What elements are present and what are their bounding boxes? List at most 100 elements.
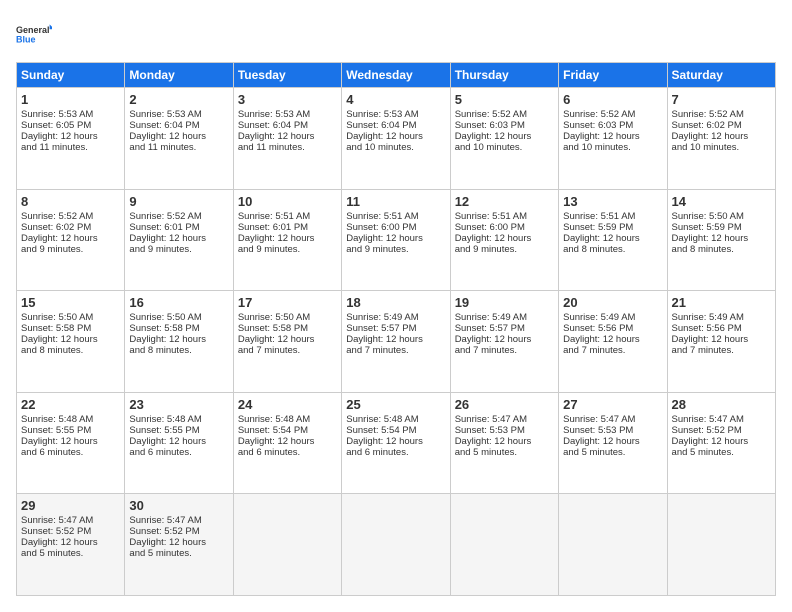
sunrise: Sunrise: 5:52 AM <box>563 109 635 120</box>
sunrise: Sunrise: 5:47 AM <box>672 414 744 425</box>
calendar-week-5: 29 Sunrise: 5:47 AM Sunset: 5:52 PM Dayl… <box>17 494 776 596</box>
calendar-cell: 30 Sunrise: 5:47 AM Sunset: 5:52 PM Dayl… <box>125 494 233 596</box>
calendar-header-saturday: Saturday <box>667 63 775 88</box>
day-number: 30 <box>129 498 228 513</box>
daylight-minutes: and 11 minutes. <box>129 142 196 153</box>
day-number: 3 <box>238 92 337 107</box>
sunset: Sunset: 6:02 PM <box>21 222 91 233</box>
sunrise: Sunrise: 5:50 AM <box>238 312 310 323</box>
calendar-cell: 8 Sunrise: 5:52 AM Sunset: 6:02 PM Dayli… <box>17 189 125 291</box>
calendar-cell: 6 Sunrise: 5:52 AM Sunset: 6:03 PM Dayli… <box>559 88 667 190</box>
daylight-label: Daylight: 12 hours <box>129 537 206 548</box>
daylight-minutes: and 5 minutes. <box>21 548 83 559</box>
calendar-header-tuesday: Tuesday <box>233 63 341 88</box>
daylight-label: Daylight: 12 hours <box>129 436 206 447</box>
sunrise: Sunrise: 5:48 AM <box>238 414 310 425</box>
sunrise: Sunrise: 5:49 AM <box>563 312 635 323</box>
sunrise: Sunrise: 5:49 AM <box>672 312 744 323</box>
day-number: 18 <box>346 295 445 310</box>
daylight-minutes: and 9 minutes. <box>129 244 191 255</box>
day-number: 12 <box>455 194 554 209</box>
sunrise: Sunrise: 5:49 AM <box>455 312 527 323</box>
daylight-minutes: and 8 minutes. <box>21 345 83 356</box>
calendar-cell <box>342 494 450 596</box>
sunset: Sunset: 5:55 PM <box>21 425 91 436</box>
daylight-minutes: and 5 minutes. <box>129 548 191 559</box>
sunrise: Sunrise: 5:48 AM <box>21 414 93 425</box>
sunset: Sunset: 6:04 PM <box>129 120 199 131</box>
sunset: Sunset: 5:52 PM <box>672 425 742 436</box>
sunrise: Sunrise: 5:50 AM <box>672 211 744 222</box>
day-number: 25 <box>346 397 445 412</box>
sunrise: Sunrise: 5:52 AM <box>455 109 527 120</box>
day-number: 13 <box>563 194 662 209</box>
day-number: 23 <box>129 397 228 412</box>
day-number: 11 <box>346 194 445 209</box>
calendar-cell: 15 Sunrise: 5:50 AM Sunset: 5:58 PM Dayl… <box>17 291 125 393</box>
calendar-cell: 11 Sunrise: 5:51 AM Sunset: 6:00 PM Dayl… <box>342 189 450 291</box>
sunset: Sunset: 6:01 PM <box>129 222 199 233</box>
daylight-minutes: and 8 minutes. <box>129 345 191 356</box>
sunrise: Sunrise: 5:50 AM <box>129 312 201 323</box>
calendar-cell <box>667 494 775 596</box>
calendar-cell: 29 Sunrise: 5:47 AM Sunset: 5:52 PM Dayl… <box>17 494 125 596</box>
daylight-label: Daylight: 12 hours <box>455 233 532 244</box>
daylight-label: Daylight: 12 hours <box>129 334 206 345</box>
calendar-cell: 26 Sunrise: 5:47 AM Sunset: 5:53 PM Dayl… <box>450 392 558 494</box>
sunset: Sunset: 6:03 PM <box>455 120 525 131</box>
page: General Blue SundayMondayTuesdayWednesda… <box>0 0 792 612</box>
sunset: Sunset: 5:58 PM <box>238 323 308 334</box>
calendar-cell: 9 Sunrise: 5:52 AM Sunset: 6:01 PM Dayli… <box>125 189 233 291</box>
daylight-minutes: and 7 minutes. <box>346 345 408 356</box>
day-number: 26 <box>455 397 554 412</box>
sunset: Sunset: 5:59 PM <box>563 222 633 233</box>
daylight-minutes: and 8 minutes. <box>563 244 625 255</box>
calendar-cell <box>450 494 558 596</box>
day-number: 4 <box>346 92 445 107</box>
daylight-minutes: and 5 minutes. <box>455 447 517 458</box>
calendar-cell: 22 Sunrise: 5:48 AM Sunset: 5:55 PM Dayl… <box>17 392 125 494</box>
calendar-cell: 1 Sunrise: 5:53 AM Sunset: 6:05 PM Dayli… <box>17 88 125 190</box>
day-number: 9 <box>129 194 228 209</box>
sunrise: Sunrise: 5:52 AM <box>129 211 201 222</box>
daylight-label: Daylight: 12 hours <box>563 436 640 447</box>
calendar-cell: 25 Sunrise: 5:48 AM Sunset: 5:54 PM Dayl… <box>342 392 450 494</box>
day-number: 20 <box>563 295 662 310</box>
calendar-header-monday: Monday <box>125 63 233 88</box>
daylight-label: Daylight: 12 hours <box>129 131 206 142</box>
day-number: 19 <box>455 295 554 310</box>
sunset: Sunset: 6:00 PM <box>346 222 416 233</box>
day-number: 24 <box>238 397 337 412</box>
calendar-cell: 16 Sunrise: 5:50 AM Sunset: 5:58 PM Dayl… <box>125 291 233 393</box>
calendar-header-friday: Friday <box>559 63 667 88</box>
sunset: Sunset: 5:59 PM <box>672 222 742 233</box>
daylight-minutes: and 7 minutes. <box>455 345 517 356</box>
calendar-cell: 5 Sunrise: 5:52 AM Sunset: 6:03 PM Dayli… <box>450 88 558 190</box>
sunrise: Sunrise: 5:48 AM <box>346 414 418 425</box>
daylight-label: Daylight: 12 hours <box>672 436 749 447</box>
daylight-label: Daylight: 12 hours <box>238 131 315 142</box>
calendar-cell: 21 Sunrise: 5:49 AM Sunset: 5:56 PM Dayl… <box>667 291 775 393</box>
sunset: Sunset: 5:54 PM <box>346 425 416 436</box>
daylight-label: Daylight: 12 hours <box>455 436 532 447</box>
calendar-cell: 2 Sunrise: 5:53 AM Sunset: 6:04 PM Dayli… <box>125 88 233 190</box>
calendar-week-1: 1 Sunrise: 5:53 AM Sunset: 6:05 PM Dayli… <box>17 88 776 190</box>
svg-text:Blue: Blue <box>16 34 36 44</box>
svg-text:General: General <box>16 25 50 35</box>
daylight-label: Daylight: 12 hours <box>563 334 640 345</box>
sunrise: Sunrise: 5:49 AM <box>346 312 418 323</box>
sunrise: Sunrise: 5:51 AM <box>238 211 310 222</box>
daylight-label: Daylight: 12 hours <box>455 131 532 142</box>
sunset: Sunset: 5:58 PM <box>21 323 91 334</box>
sunset: Sunset: 5:56 PM <box>672 323 742 334</box>
calendar-header-sunday: Sunday <box>17 63 125 88</box>
daylight-minutes: and 9 minutes. <box>346 244 408 255</box>
daylight-minutes: and 6 minutes. <box>21 447 83 458</box>
daylight-label: Daylight: 12 hours <box>129 233 206 244</box>
sunrise: Sunrise: 5:51 AM <box>563 211 635 222</box>
sunset: Sunset: 5:54 PM <box>238 425 308 436</box>
daylight-minutes: and 6 minutes. <box>129 447 191 458</box>
day-number: 14 <box>672 194 771 209</box>
sunrise: Sunrise: 5:48 AM <box>129 414 201 425</box>
sunset: Sunset: 5:57 PM <box>346 323 416 334</box>
